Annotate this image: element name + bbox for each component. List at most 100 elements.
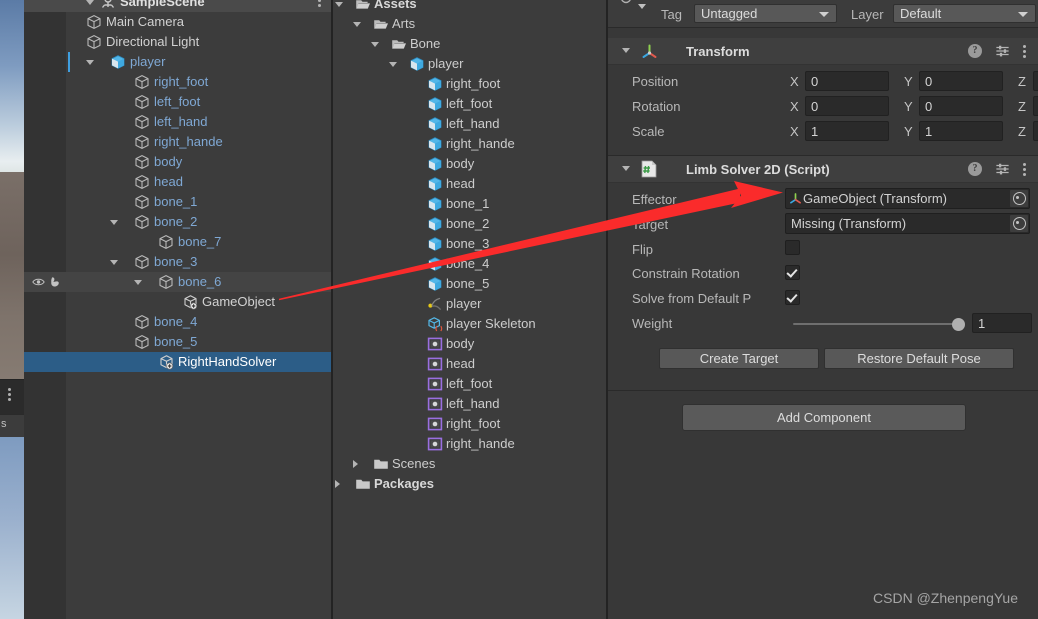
project-item-scenes[interactable]: Scenes [333, 454, 608, 474]
chevron-right-icon[interactable] [335, 480, 340, 488]
object-picker-icon[interactable] [1010, 190, 1028, 207]
scene-view-sliver[interactable]: s [0, 0, 24, 619]
chevron-down-icon[interactable] [86, 0, 94, 5]
hierarchy-item-bone-2[interactable]: bone_2 [24, 212, 333, 232]
hierarchy-item-right-hande[interactable]: right_hande [24, 132, 333, 152]
chevron-down-icon[interactable] [622, 166, 630, 171]
project-item-left-hand[interactable]: left_hand [333, 394, 608, 414]
project-item-assets[interactable]: Assets [333, 0, 608, 14]
hierarchy-item-player[interactable]: player [24, 52, 333, 72]
hierarchy-scene-row[interactable]: SampleScene [24, 0, 333, 12]
project-item-head[interactable]: head [333, 174, 608, 194]
project-item-head[interactable]: head [333, 354, 608, 374]
chevron-down-icon[interactable] [86, 60, 94, 65]
hierarchy-item-left-hand[interactable]: left_hand [24, 112, 333, 132]
transform-rotation-x-input[interactable]: 0 [805, 96, 889, 116]
hierarchy-item-bone-5[interactable]: bone_5 [24, 332, 333, 352]
transform-rotation-y-input[interactable]: 0 [919, 96, 1003, 116]
eye-icon[interactable] [32, 277, 45, 287]
project-item-left-foot[interactable]: left_foot [333, 94, 608, 114]
help-icon[interactable]: ? [968, 162, 982, 176]
project-item-left-foot[interactable]: left_foot [333, 374, 608, 394]
transform-scale-z-input[interactable]: 1 [1033, 121, 1038, 141]
project-item-arts[interactable]: Arts [333, 14, 608, 34]
project-item-bone-1[interactable]: bone_1 [333, 194, 608, 214]
hierarchy-item-gameobject[interactable]: GameObject [24, 292, 333, 312]
project-item-bone[interactable]: Bone [333, 34, 608, 54]
hierarchy-item-right-foot[interactable]: right_foot [24, 72, 333, 92]
hierarchy-item-bone-6[interactable]: bone_6 [24, 272, 333, 292]
kebab-menu-icon[interactable] [1023, 49, 1026, 53]
transform-component-header[interactable]: Transform ? [608, 38, 1038, 64]
static-chevron-down-icon[interactable] [638, 4, 646, 9]
project-item-bone-3[interactable]: bone_3 [333, 234, 608, 254]
chevron-down-icon[interactable] [110, 220, 118, 225]
project-item-player-skeleton[interactable]: player Skeleton [333, 314, 608, 334]
hierarchy-item-directional-light[interactable]: Directional Light [24, 32, 333, 52]
project-item-right-foot[interactable]: right_foot [333, 414, 608, 434]
project-item-player[interactable]: player [333, 54, 608, 74]
hierarchy-item-bone-4[interactable]: bone_4 [24, 312, 333, 332]
project-panel[interactable]: Assets Arts Bone player right_foot left_foot l… [333, 0, 608, 619]
add-component-button[interactable]: Add Component [682, 404, 966, 431]
scene-overlay-kebab-icon[interactable] [8, 388, 11, 391]
project-item-body[interactable]: body [333, 334, 608, 354]
transform-position-x-input[interactable]: 0 [805, 71, 889, 91]
static-dropdown-icon[interactable] [618, 0, 634, 8]
object-picker-icon[interactable] [1010, 215, 1028, 232]
kebab-menu-icon[interactable] [1023, 167, 1026, 171]
project-item-left-hand[interactable]: left_hand [333, 114, 608, 134]
layer-dropdown[interactable]: Default [893, 4, 1036, 23]
project-item-right-hande[interactable]: right_hande [333, 434, 608, 454]
create-target-button[interactable]: Create Target [659, 348, 819, 369]
project-item-bone-4[interactable]: bone_4 [333, 254, 608, 274]
flip-checkbox[interactable] [785, 240, 800, 255]
project-item-packages[interactable]: Packages [333, 474, 608, 494]
hand-pointer-icon[interactable] [49, 276, 61, 288]
restore-default-pose-button[interactable]: Restore Default Pose [824, 348, 1014, 369]
chevron-down-icon[interactable] [110, 260, 118, 265]
hierarchy-item-main-camera[interactable]: Main Camera [24, 12, 333, 32]
weight-slider-track[interactable] [793, 323, 965, 325]
chevron-down-icon[interactable] [371, 42, 379, 47]
help-icon[interactable]: ? [968, 44, 982, 58]
chevron-right-icon[interactable] [353, 460, 358, 468]
transform-scale-y-input[interactable]: 1 [919, 121, 1003, 141]
project-item-right-foot[interactable]: right_foot [333, 74, 608, 94]
chevron-down-icon[interactable] [353, 22, 361, 27]
hierarchy-panel[interactable]: SampleScene Main Camera Directional Light… [24, 0, 333, 619]
preset-icon[interactable] [995, 44, 1010, 58]
chevron-down-icon[interactable] [622, 48, 630, 53]
effector-object-field[interactable]: GameObject (Transform) [785, 188, 1030, 209]
hierarchy-item-bone-3[interactable]: bone_3 [24, 252, 333, 272]
solve-default-pose-checkbox[interactable] [785, 290, 800, 305]
preset-icon[interactable] [995, 162, 1010, 176]
transform-position-z-input[interactable]: 0 [1033, 71, 1038, 91]
project-item-bone-5[interactable]: bone_5 [333, 274, 608, 294]
transform-position-y-input[interactable]: 0 [919, 71, 1003, 91]
hierarchy-item-left-foot[interactable]: left_foot [24, 92, 333, 112]
transform-rotation-z-input[interactable]: 0 [1033, 96, 1038, 116]
hierarchy-item-bone-7[interactable]: bone_7 [24, 232, 333, 252]
hierarchy-item-body[interactable]: body [24, 152, 333, 172]
weight-slider-knob[interactable] [952, 318, 965, 331]
chevron-down-icon[interactable] [335, 2, 343, 7]
transform-scale-x-input[interactable]: 1 [805, 121, 889, 141]
chevron-down-icon[interactable] [134, 280, 142, 285]
project-item-player[interactable]: player [333, 294, 608, 314]
hierarchy-kebab-icon[interactable] [318, 0, 321, 2]
project-item-bone-2[interactable]: bone_2 [333, 214, 608, 234]
inspector-panel[interactable]: Tag Untagged Layer Default Transform ? P… [608, 0, 1038, 619]
chevron-down-icon[interactable] [389, 62, 397, 67]
limb-solver-component-header[interactable]: Limb Solver 2D (Script) ? [608, 156, 1038, 182]
hierarchy-item-righthandsolver[interactable]: RightHandSolver [24, 352, 333, 372]
project-item-body[interactable]: body [333, 154, 608, 174]
project-item-right-hande[interactable]: right_hande [333, 134, 608, 154]
target-object-field[interactable]: Missing (Transform) [785, 213, 1030, 234]
tag-dropdown[interactable]: Untagged [694, 4, 837, 23]
gameobject-cube-icon [135, 75, 149, 89]
hierarchy-item-bone-1[interactable]: bone_1 [24, 192, 333, 212]
weight-value-field[interactable]: 1 [972, 313, 1032, 333]
hierarchy-item-head[interactable]: head [24, 172, 333, 192]
constrain-rotation-checkbox[interactable] [785, 265, 800, 280]
